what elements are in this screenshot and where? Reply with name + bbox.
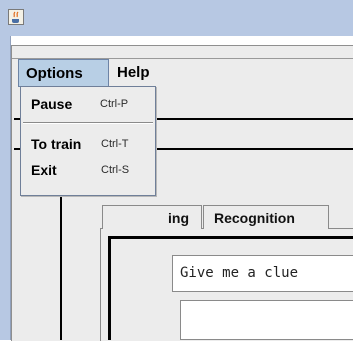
- menu-item-pause[interactable]: Pause Ctrl-P: [21, 91, 155, 117]
- menu-item-exit[interactable]: Exit Ctrl-S: [21, 157, 155, 183]
- options-dropdown: Pause Ctrl-P To train Ctrl-T Exit Ctrl-S: [20, 86, 156, 196]
- panel-border-left: [60, 196, 62, 340]
- menu-separator: [23, 122, 153, 124]
- clue-field[interactable]: Give me a clue: [172, 255, 353, 292]
- java-coffee-icon[interactable]: [8, 9, 24, 25]
- menu-item-exit-accelerator: Ctrl-S: [101, 164, 130, 176]
- tab-training[interactable]: ing: [102, 205, 202, 229]
- menubar: Options Help: [12, 58, 353, 89]
- tab-recognition[interactable]: Recognition: [203, 205, 329, 229]
- window-titlebar[interactable]: [0, 0, 353, 36]
- menu-item-to-train-label: To train: [31, 136, 82, 152]
- menu-item-pause-accelerator: Ctrl-P: [100, 98, 129, 110]
- menu-item-to-train[interactable]: To train Ctrl-T: [21, 131, 155, 157]
- answer-field[interactable]: [180, 300, 353, 340]
- menu-item-pause-label: Pause: [31, 96, 73, 112]
- menu-item-to-train-accelerator: Ctrl-T: [101, 138, 129, 150]
- menu-item-exit-label: Exit: [31, 162, 57, 178]
- menu-help[interactable]: Help: [110, 59, 157, 87]
- menu-options[interactable]: Options: [18, 59, 109, 87]
- window-left-frame: [0, 36, 11, 340]
